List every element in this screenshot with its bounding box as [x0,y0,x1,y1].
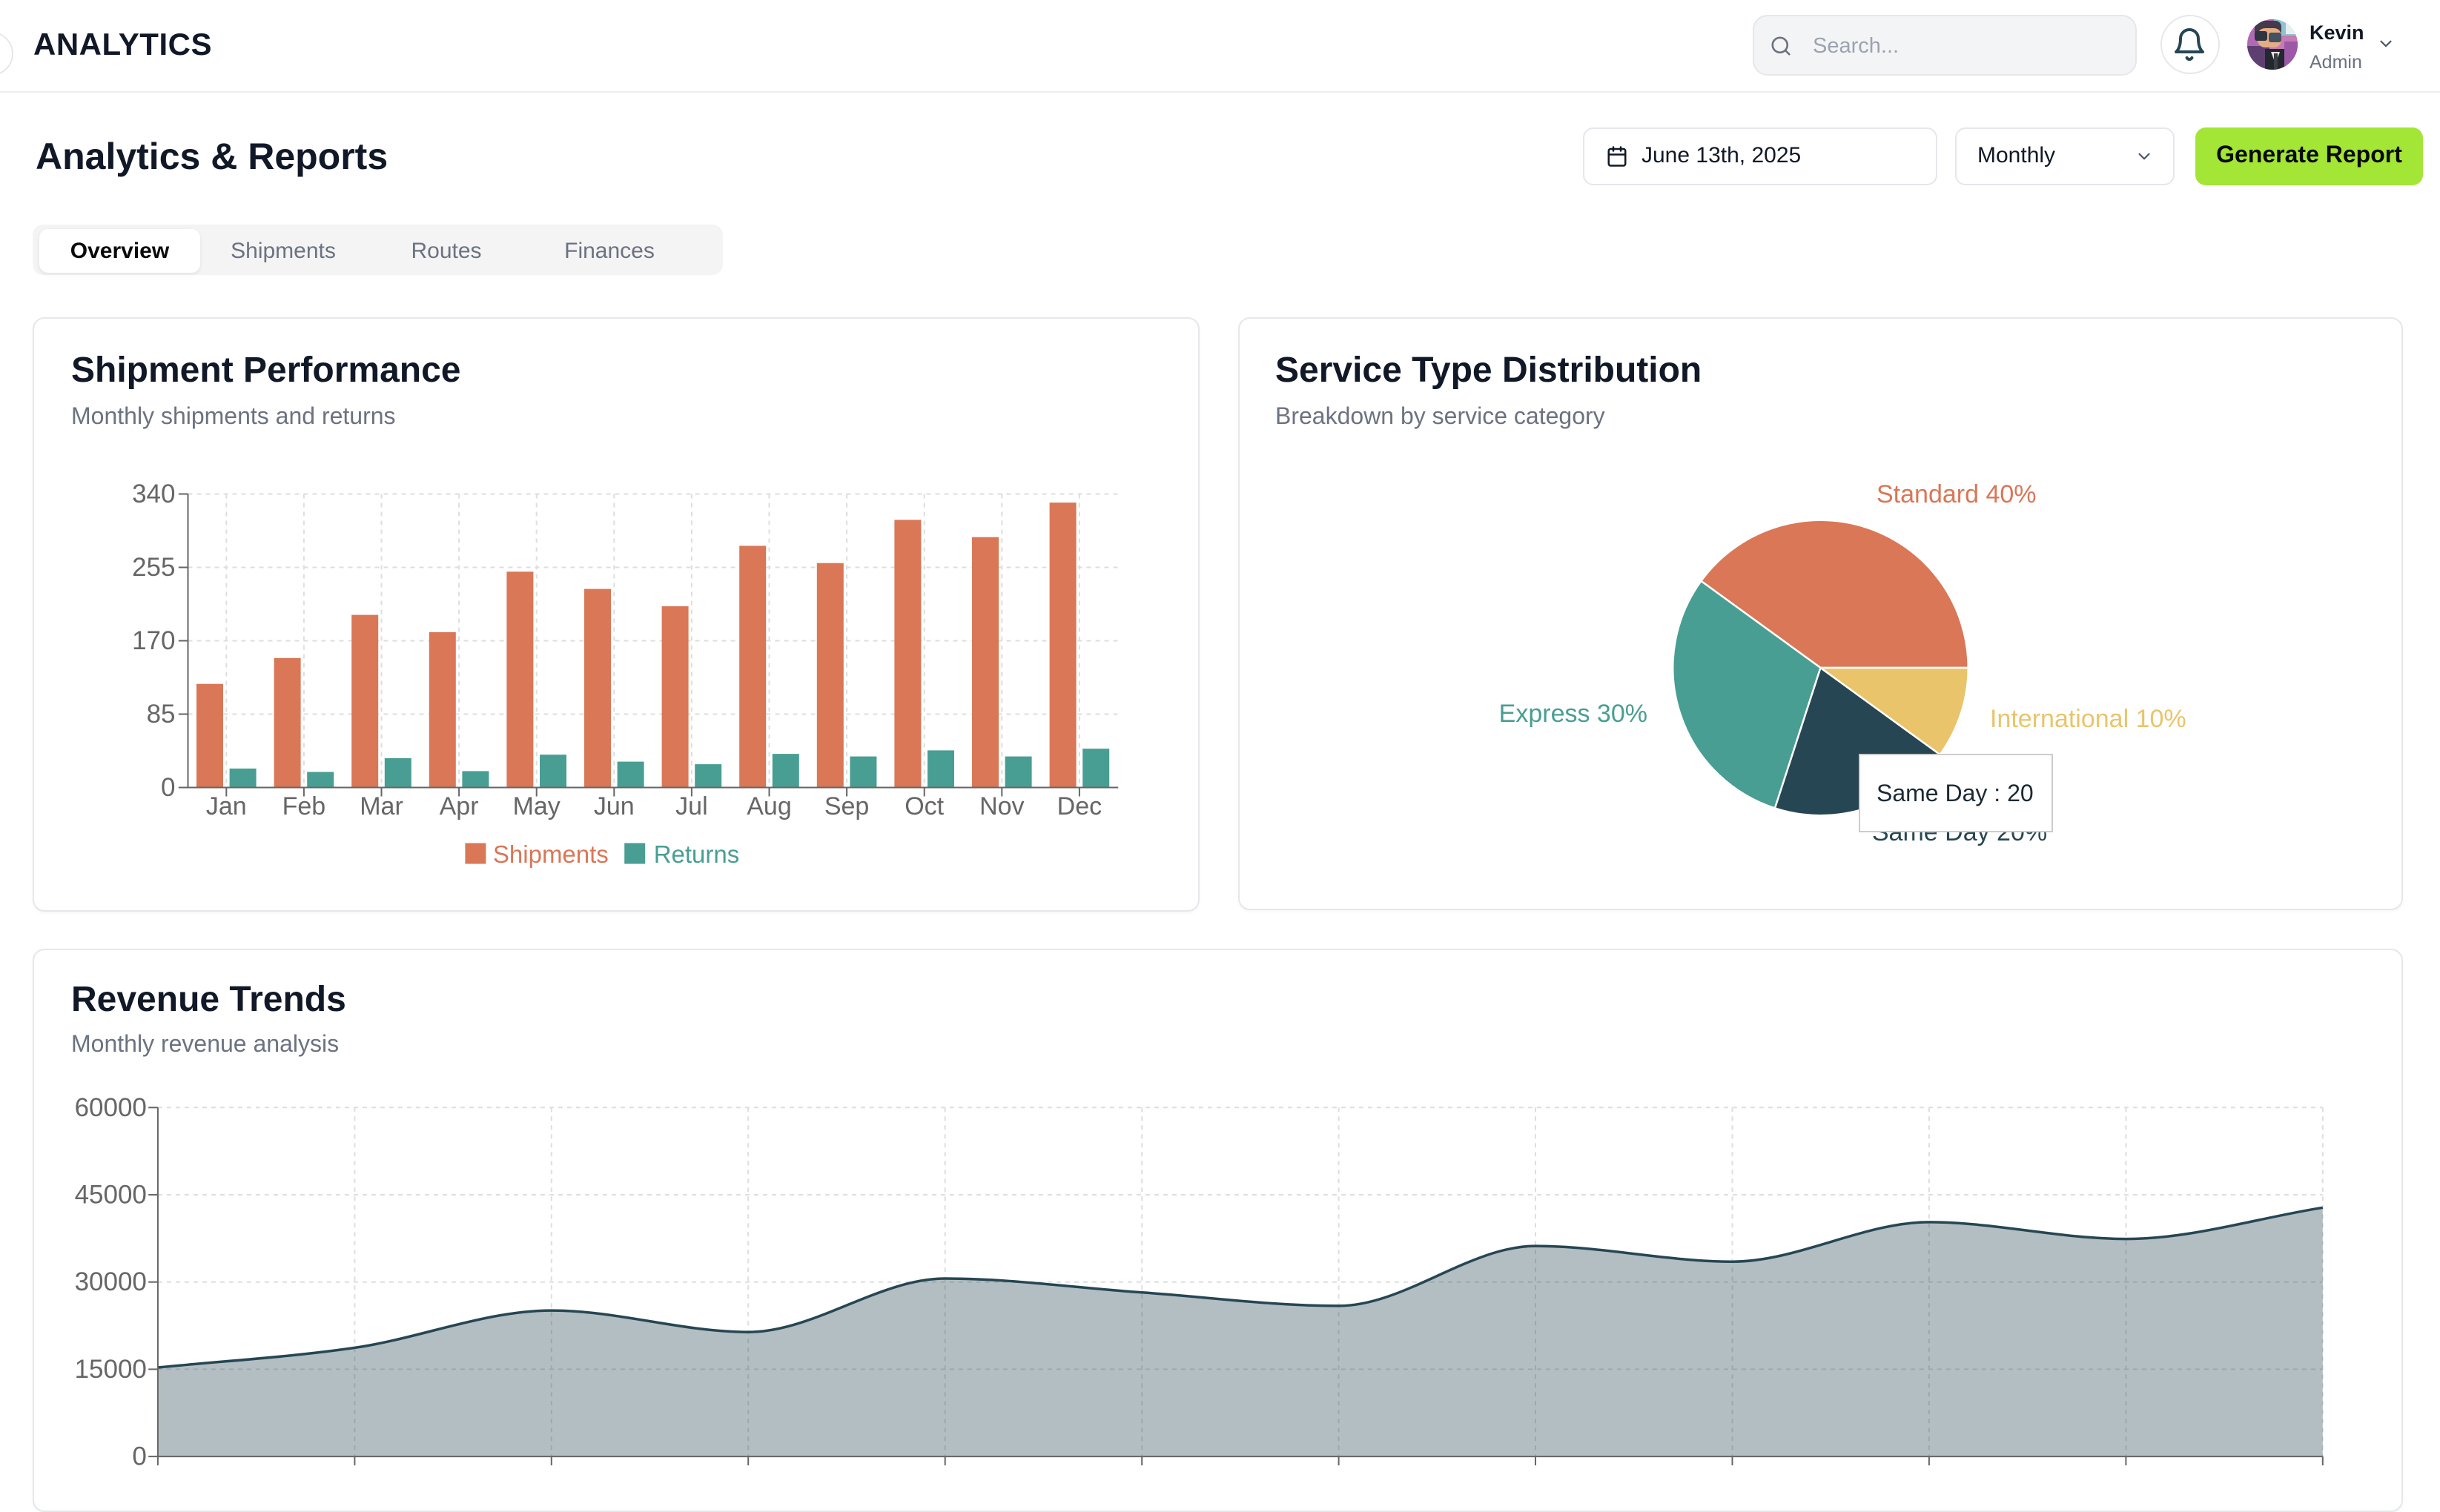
svg-text:Express 30%: Express 30% [1499,700,1647,728]
svg-text:Returns: Returns [654,840,740,868]
svg-text:Feb: Feb [282,792,326,820]
svg-text:Nov: Nov [979,792,1024,820]
svg-text:Oct: Oct [905,792,944,820]
svg-text:15000: 15000 [75,1355,147,1384]
svg-text:Shipments: Shipments [493,840,609,868]
svg-text:International 10%: International 10% [1990,705,2186,733]
svg-text:Aug: Aug [747,792,792,820]
svg-text:Mar: Mar [360,792,403,820]
svg-text:Jan: Jan [206,792,247,820]
svg-text:45000: 45000 [75,1181,147,1210]
svg-text:May: May [513,792,561,820]
svg-text:60000: 60000 [75,1093,147,1122]
svg-text:340: 340 [132,480,175,508]
svg-text:Jul: Jul [675,792,707,820]
svg-text:30000: 30000 [75,1267,147,1296]
svg-text:Standard 40%: Standard 40% [1877,480,2037,508]
svg-text:Jun: Jun [594,792,635,820]
svg-text:85: 85 [147,700,176,729]
svg-text:Apr: Apr [440,792,479,820]
svg-text:Dec: Dec [1057,792,1102,820]
svg-text:0: 0 [161,773,175,802]
svg-text:170: 170 [132,626,175,655]
svg-text:Sep: Sep [824,792,870,820]
svg-text:255: 255 [132,553,175,582]
svg-text:0: 0 [132,1442,146,1468]
